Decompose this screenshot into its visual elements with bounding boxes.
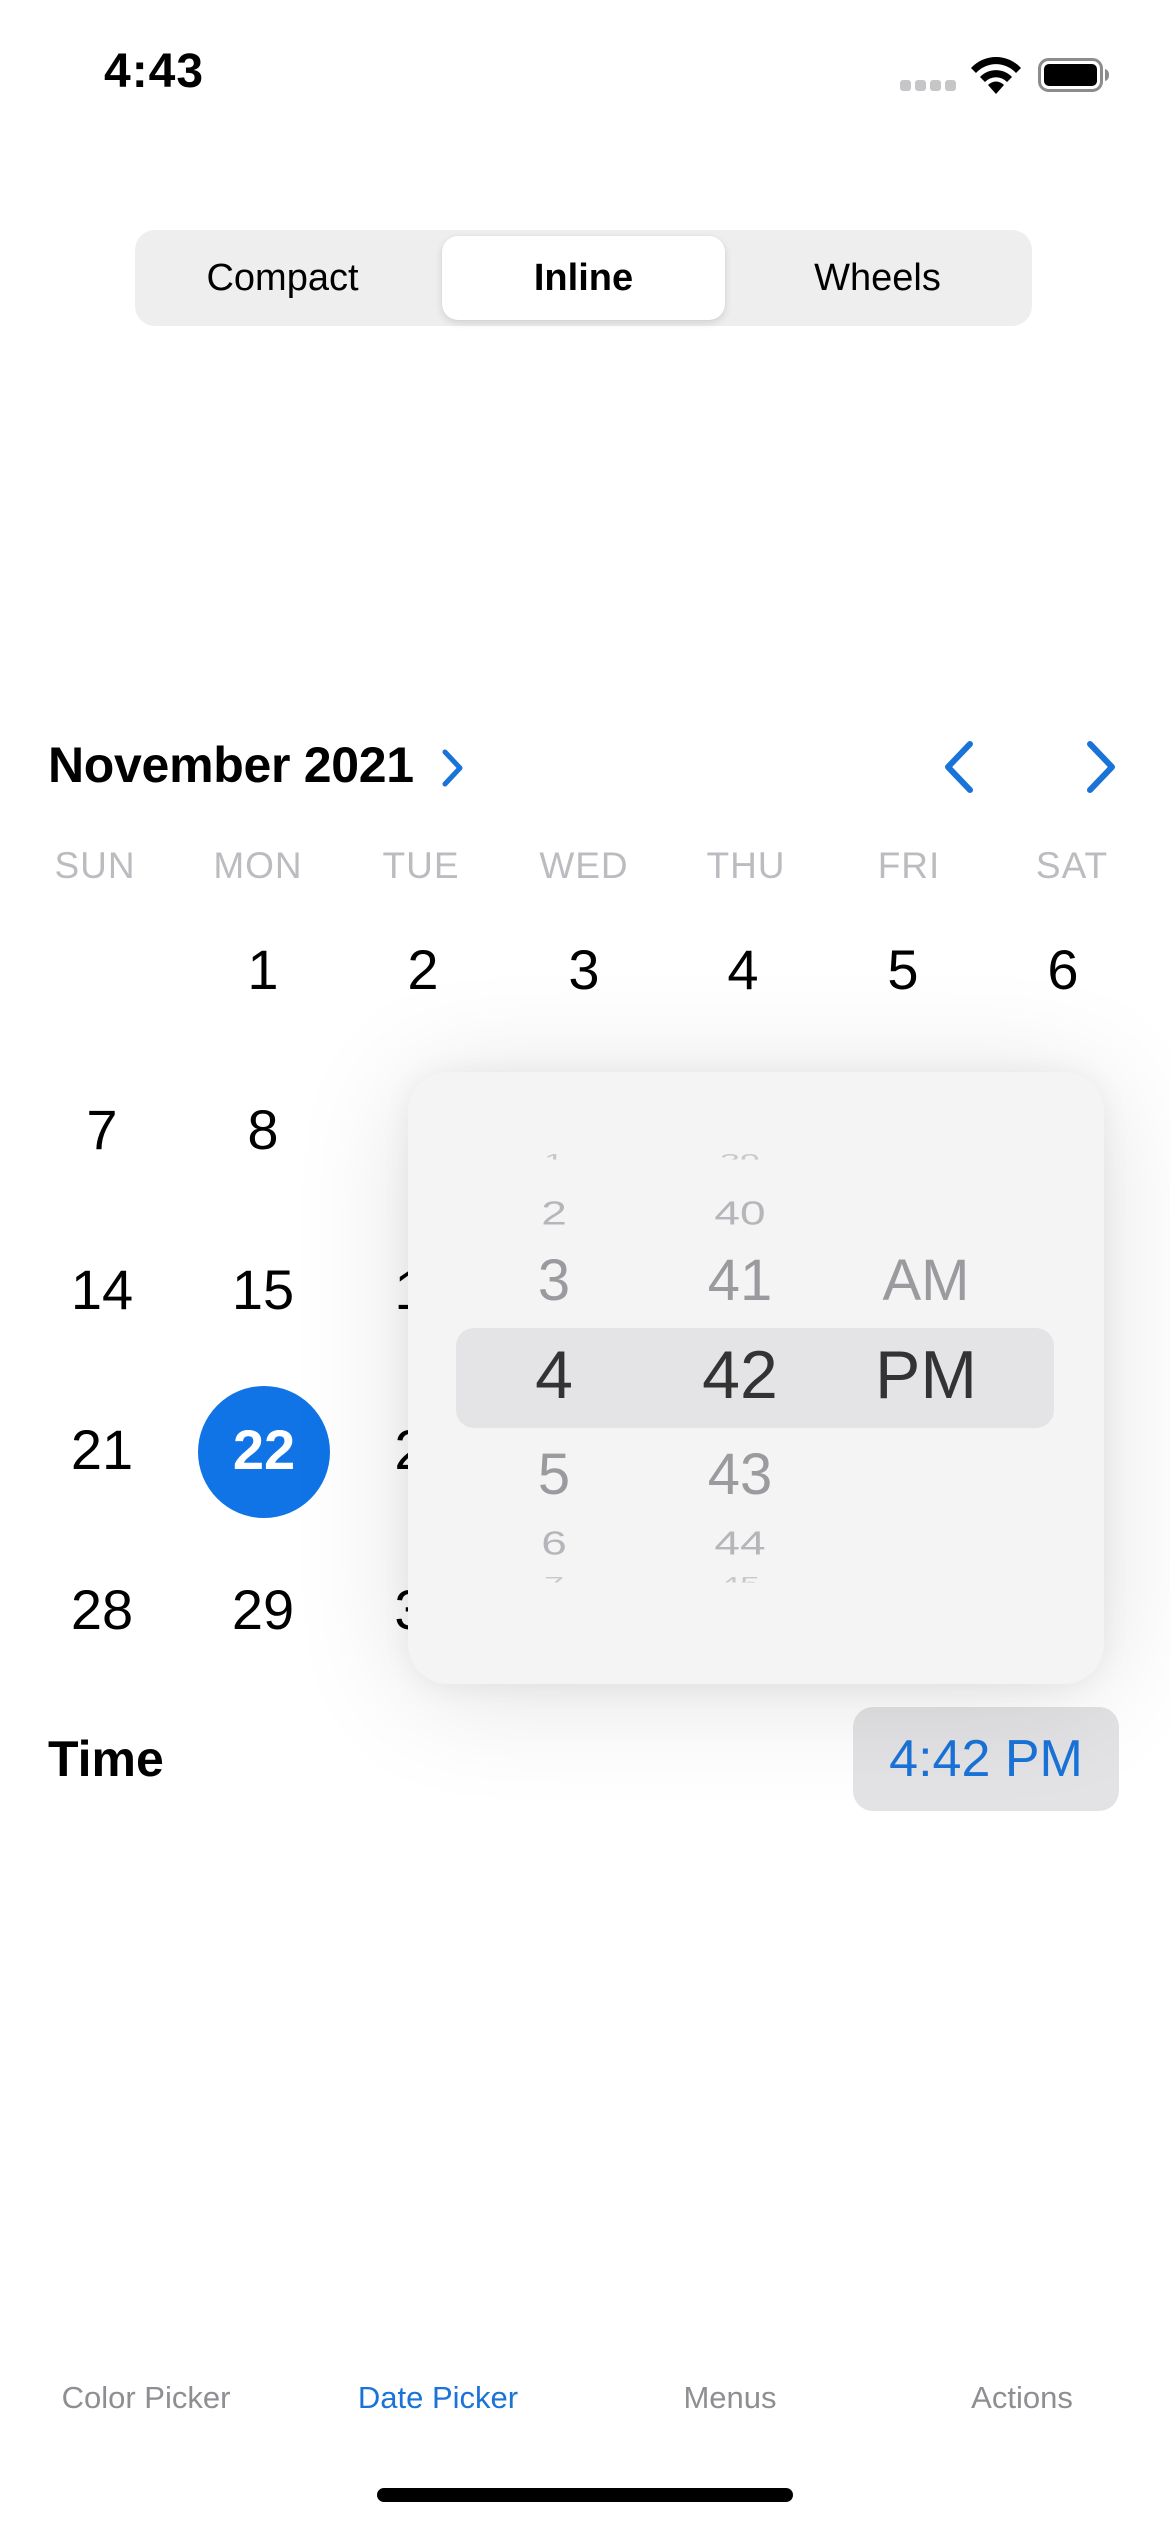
hour-wheel-item[interactable]: 5 xyxy=(484,1441,624,1508)
calendar-day[interactable]: 14 xyxy=(22,1250,182,1330)
home-indicator[interactable] xyxy=(377,2488,793,2502)
weekday-label: MON xyxy=(213,845,303,886)
weekday-label: SAT xyxy=(1035,845,1109,886)
tab-color-picker[interactable]: Color Picker xyxy=(0,2380,292,2416)
ampm-wheel-selected[interactable]: PM xyxy=(856,1336,996,1414)
minute-wheel-item[interactable]: 39 xyxy=(670,1151,810,1160)
calendar-day[interactable]: 28 xyxy=(22,1570,182,1650)
hour-wheel-selected[interactable]: 4 xyxy=(484,1336,624,1414)
minute-wheel-selected[interactable]: 42 xyxy=(670,1336,810,1414)
time-label: Time xyxy=(48,1731,164,1787)
tab-menus[interactable]: Menus xyxy=(584,2380,876,2416)
hour-wheel-item[interactable]: 1 xyxy=(484,1151,624,1160)
segment-compact[interactable]: Compact xyxy=(141,236,424,320)
chevron-right-icon[interactable] xyxy=(440,746,466,790)
segment-inline[interactable]: Inline xyxy=(442,236,725,320)
ampm-wheel-item[interactable]: AM xyxy=(856,1247,996,1314)
previous-month-button[interactable] xyxy=(940,738,980,796)
time-wheel-popover: 1 2 3 4 5 6 7 39 40 41 42 43 44 45 AM PM xyxy=(408,1072,1104,1684)
calendar-day[interactable]: 15 xyxy=(183,1250,343,1330)
status-icons xyxy=(900,52,1120,98)
next-month-button[interactable] xyxy=(1080,738,1120,796)
weekday-label: THU xyxy=(706,845,786,886)
weekday-header-row: SUN MON TUE WED THU FRI SAT xyxy=(15,845,1155,889)
wifi-icon xyxy=(971,57,1021,94)
minute-wheel-item[interactable]: 40 xyxy=(670,1194,810,1233)
weekday-label: FRI xyxy=(877,845,941,886)
minute-wheel-item[interactable]: 41 xyxy=(670,1247,810,1314)
minute-wheel-item[interactable]: 44 xyxy=(670,1524,810,1563)
tab-date-picker[interactable]: Date Picker xyxy=(292,2380,584,2416)
calendar-day-selected[interactable]: 22 xyxy=(184,1410,344,1490)
hour-wheel-item[interactable]: 2 xyxy=(484,1194,624,1233)
style-segmented-control: Compact Inline Wheels xyxy=(135,230,1032,326)
hour-wheel-item[interactable]: 3 xyxy=(484,1247,624,1314)
calendar-day[interactable]: 2 xyxy=(343,930,503,1010)
hour-wheel-item[interactable]: 7 xyxy=(484,1574,624,1583)
hour-wheel-item[interactable]: 6 xyxy=(484,1524,624,1563)
calendar-day[interactable]: 29 xyxy=(183,1570,343,1650)
weekday-label: SUN xyxy=(54,845,136,886)
minute-wheel-item[interactable]: 45 xyxy=(670,1574,810,1583)
calendar-day[interactable]: 4 xyxy=(663,930,823,1010)
calendar-day[interactable]: 5 xyxy=(823,930,983,1010)
calendar-day[interactable]: 6 xyxy=(983,930,1143,1010)
calendar-day[interactable]: 21 xyxy=(22,1410,182,1490)
cellular-icon xyxy=(900,80,956,91)
time-button[interactable]: 4:42 PM xyxy=(853,1707,1119,1811)
weekday-label: WED xyxy=(539,845,629,886)
status-time: 4:43 xyxy=(104,45,205,98)
calendar-day[interactable]: 8 xyxy=(183,1090,343,1170)
segment-wheels[interactable]: Wheels xyxy=(736,236,1019,320)
weekday-label: TUE xyxy=(382,845,460,886)
battery-icon xyxy=(1038,58,1109,92)
month-year-button[interactable]: November 2021 xyxy=(48,736,414,794)
calendar-day[interactable]: 1 xyxy=(183,930,343,1010)
tab-actions[interactable]: Actions xyxy=(876,2380,1168,2416)
tab-bar: Color Picker Date Picker Menus Actions xyxy=(0,2380,1170,2440)
calendar-day[interactable]: 3 xyxy=(504,930,664,1010)
minute-wheel-item[interactable]: 43 xyxy=(670,1441,810,1508)
calendar-day[interactable]: 7 xyxy=(22,1090,182,1170)
